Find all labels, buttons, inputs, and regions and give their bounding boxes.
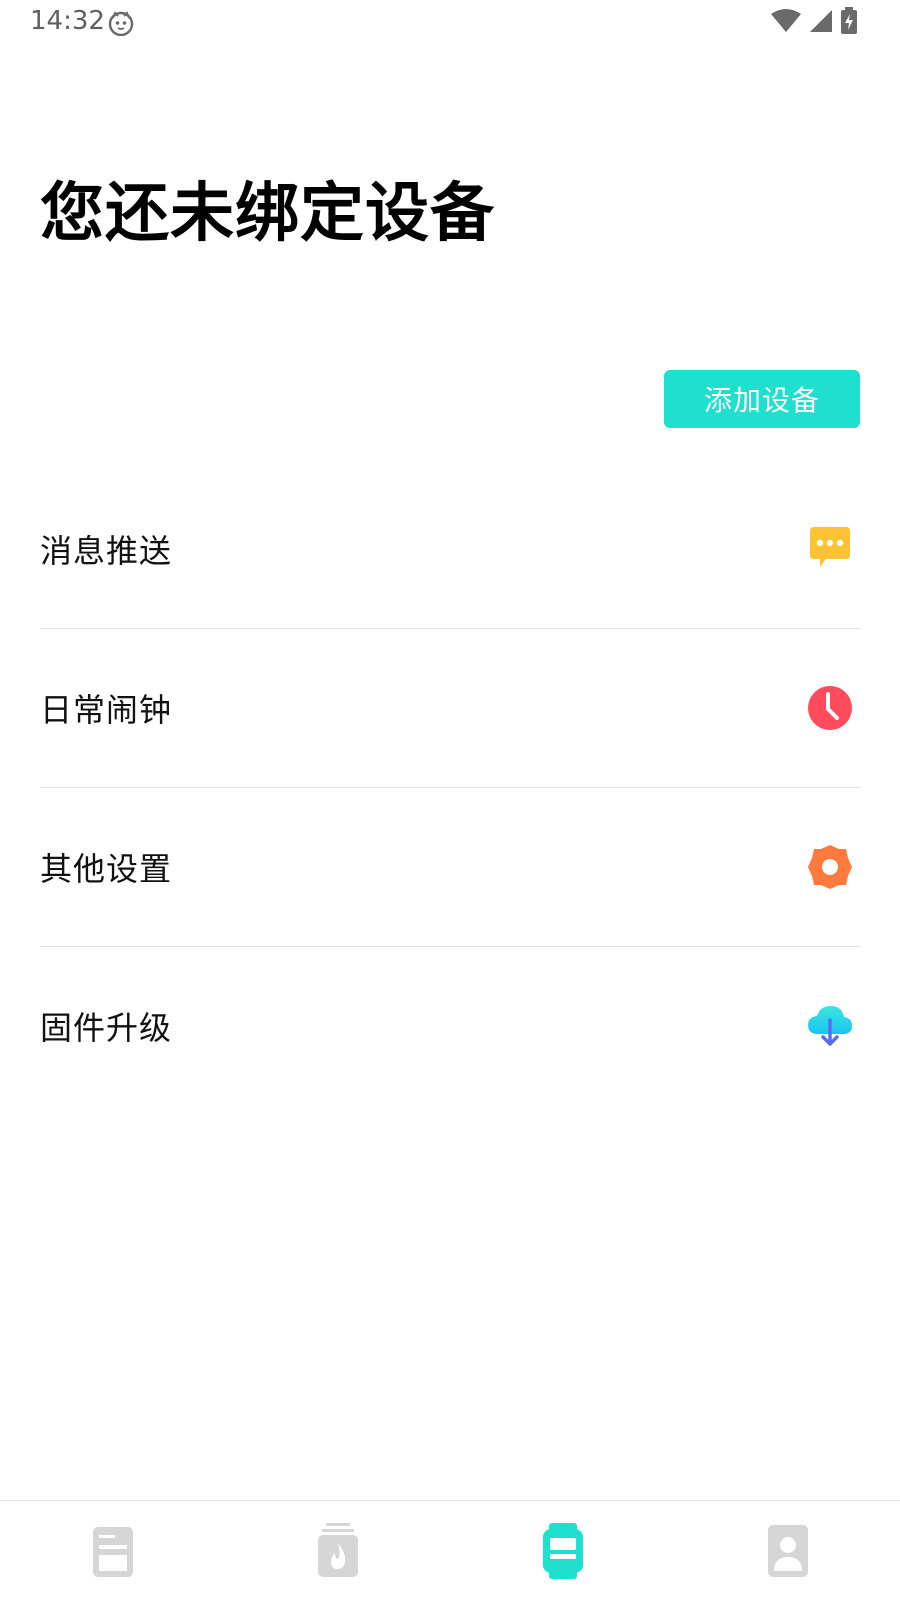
add-device-button[interactable]: 添加设备 — [664, 370, 860, 428]
page-title: 您还未绑定设备 — [40, 177, 495, 251]
gear-icon — [806, 843, 854, 891]
menu-item-other-settings[interactable]: 其他设置 — [40, 788, 860, 947]
cellular-signal-icon — [808, 8, 834, 38]
menu-item-firmware-upgrade[interactable]: 固件升级 — [40, 947, 860, 1105]
cat-face-icon — [108, 10, 134, 37]
menu-item-label: 固件升级 — [40, 1009, 173, 1047]
menu-item-message-push[interactable]: 消息推送 — [40, 470, 860, 629]
settings-menu: 消息推送 日常闹钟 其他设置 固件升级 — [40, 470, 860, 1105]
message-bubble-icon — [806, 525, 854, 573]
dashboard-icon — [89, 1521, 137, 1581]
wifi-icon — [770, 8, 802, 38]
fire-icon — [314, 1521, 362, 1581]
tab-device[interactable] — [450, 1501, 675, 1601]
watch-icon — [539, 1521, 587, 1581]
battery-charging-icon — [840, 7, 858, 39]
menu-item-label: 日常闹钟 — [40, 691, 173, 729]
alarm-clock-icon — [806, 684, 854, 732]
cloud-download-icon — [806, 1002, 854, 1050]
status-indicators — [770, 7, 858, 39]
menu-item-label: 消息推送 — [40, 532, 173, 570]
menu-item-label: 其他设置 — [40, 850, 173, 888]
profile-icon — [764, 1521, 812, 1581]
status-bar: 14:32 — [0, 0, 900, 48]
status-time: 14:32 — [30, 6, 105, 36]
tab-activity[interactable] — [225, 1501, 450, 1601]
tab-dashboard[interactable] — [0, 1501, 225, 1601]
menu-item-daily-alarm[interactable]: 日常闹钟 — [40, 629, 860, 788]
bottom-navigation — [0, 1500, 900, 1601]
tab-profile[interactable] — [675, 1501, 900, 1601]
